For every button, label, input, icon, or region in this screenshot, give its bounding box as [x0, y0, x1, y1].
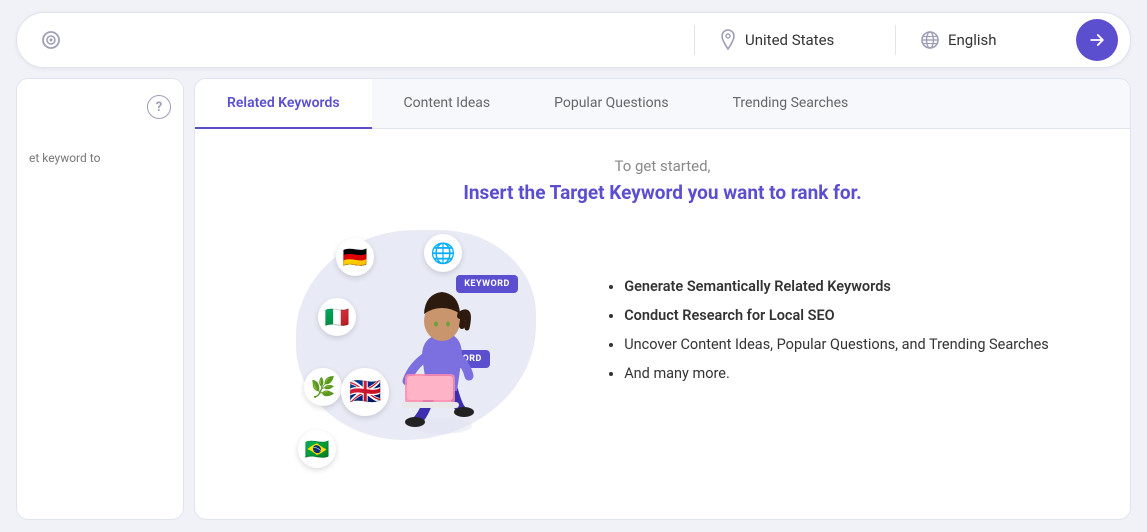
- tab-body: To get started, Insert the Target Keywor…: [195, 129, 1130, 520]
- illustration: 🇩🇪 🌐 🇮🇹 🌿 🇬🇧 🇧🇷 KEYWORD KEYWORD: [276, 220, 556, 440]
- help-icon[interactable]: ?: [147, 95, 171, 119]
- feature-item-3: Uncover Content Ideas, Popular Questions…: [624, 336, 1049, 353]
- main-content: ? et keyword to Related Keywords Content…: [16, 78, 1131, 520]
- location-icon: [719, 29, 737, 51]
- cta-content: 🇩🇪 🌐 🇮🇹 🌿 🇬🇧 🇧🇷 KEYWORD KEYWORD: [235, 220, 1090, 440]
- tabs-nav: Related Keywords Content Ideas Popular Q…: [195, 79, 1130, 129]
- sidebar: ? et keyword to: [16, 78, 184, 520]
- language-icon: [920, 30, 940, 50]
- feature-item-1: Generate Semantically Related Keywords: [624, 278, 1049, 295]
- features-list: Generate Semantically Related Keywords C…: [604, 278, 1049, 382]
- flag-leaf: 🌿: [304, 368, 342, 406]
- search-section-query: content marketing: [25, 30, 694, 50]
- person-illustration: [377, 256, 507, 440]
- language-label: English: [948, 31, 997, 49]
- app-container: content marketing United States English: [0, 0, 1147, 532]
- country-label: United States: [745, 31, 834, 49]
- arrow-right-icon: [1087, 30, 1107, 50]
- tab-content-area: Related Keywords Content Ideas Popular Q…: [194, 78, 1131, 520]
- flag-de: 🇩🇪: [336, 238, 374, 276]
- search-section-lang: English: [896, 30, 1076, 50]
- flag-br: 🇧🇷: [298, 430, 336, 468]
- tab-trending-searches[interactable]: Trending Searches: [701, 79, 881, 129]
- search-section-country: United States: [695, 29, 895, 51]
- search-submit-button[interactable]: [1076, 19, 1118, 61]
- search-bar: content marketing United States English: [16, 12, 1131, 68]
- tab-related-keywords[interactable]: Related Keywords: [195, 79, 372, 129]
- target-icon: [41, 30, 61, 50]
- feature-item-2: Conduct Research for Local SEO: [624, 307, 1049, 324]
- tab-content-ideas[interactable]: Content Ideas: [372, 79, 523, 129]
- cta-subtitle: To get started,: [614, 157, 710, 175]
- flag-it: 🇮🇹: [318, 298, 356, 336]
- tab-popular-questions[interactable]: Popular Questions: [522, 79, 700, 129]
- feature-item-4: And many more.: [624, 365, 1049, 382]
- keyword-input[interactable]: content marketing: [69, 32, 678, 49]
- sidebar-hint: et keyword to: [29, 151, 100, 165]
- cta-title: Insert the Target Keyword you want to ra…: [463, 181, 861, 204]
